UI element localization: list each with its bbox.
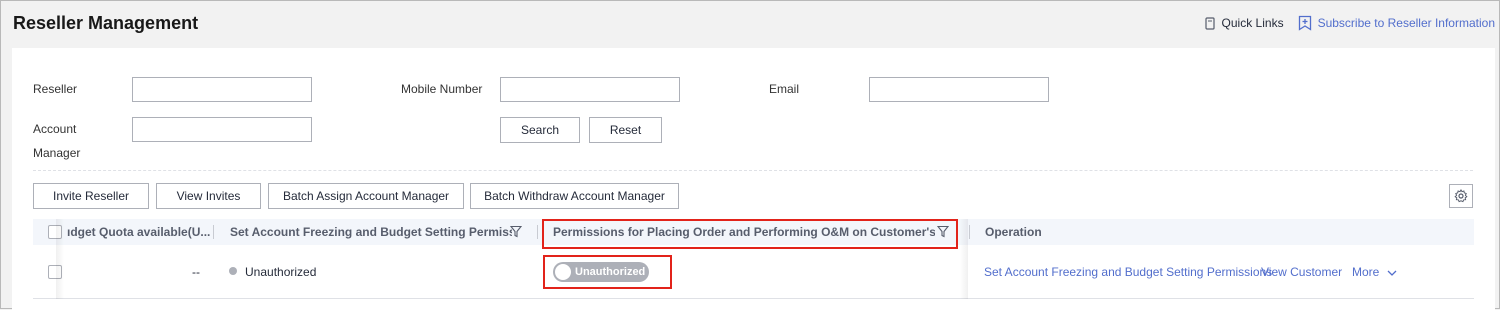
table-settings-button[interactable] [1449,184,1473,208]
toggle-knob [555,264,571,280]
set-permissions-link[interactable]: Set Account Freezing and Budget Setting … [984,265,1272,279]
batch-withdraw-account-manager-button[interactable]: Batch Withdraw Account Manager [470,183,679,209]
view-customer-link[interactable]: View Customer [1261,265,1342,279]
more-dropdown[interactable]: More [1352,265,1397,279]
content-card: Reseller Mobile Number Email Account Man… [12,48,1495,310]
column-header-freeze-permissions: Set Account Freezing and Budget Setting … [230,225,512,239]
freeze-status-text: Unauthorized [245,265,317,279]
filter-divider [33,170,1473,171]
account-manager-label-line1: Account [33,122,77,136]
column-header-operation: Operation [985,225,1042,239]
email-input[interactable] [869,77,1049,102]
order-permission-toggle[interactable]: Unauthorized [553,262,649,282]
quick-links-link[interactable]: Quick Links [1204,16,1284,30]
chevron-down-icon [1387,270,1397,276]
quick-links-label: Quick Links [1221,16,1284,30]
table-row: -- Unauthorized Unauthorized Set Account… [33,245,1474,299]
view-invites-button[interactable]: View Invites [156,183,261,209]
column-separator [537,225,538,239]
mobile-number-label: Mobile Number [401,82,483,96]
batch-assign-account-manager-button[interactable]: Batch Assign Account Manager [268,183,464,209]
toggle-label: Unauthorized [575,266,646,278]
more-label: More [1352,265,1380,279]
subscribe-label: Subscribe to Reseller Information [1317,16,1495,30]
top-links: Quick Links Subscribe to Reseller Inform… [1204,15,1495,31]
account-manager-label-line2: Manager [33,146,81,160]
gear-icon [1454,189,1468,203]
fixed-column-shadow-left [56,219,64,299]
subscribe-link[interactable]: Subscribe to Reseller Information [1298,15,1495,31]
reset-button[interactable]: Reset [589,117,662,143]
mobile-number-input[interactable] [500,77,680,102]
column-separator [969,225,970,239]
bookmark-add-icon [1298,15,1311,31]
email-label: Email [769,82,800,96]
book-icon [1204,16,1215,30]
account-manager-input[interactable] [132,117,312,142]
reseller-label: Reseller [33,82,78,96]
search-button[interactable]: Search [500,117,580,143]
table-header: ıdget Quota available(U... Set Account F… [33,219,1474,245]
reseller-input[interactable] [132,77,312,102]
invite-reseller-button[interactable]: Invite Reseller [33,183,149,209]
fixed-column-shadow-right [960,219,968,299]
column-header-budget-quota: ıdget Quota available(U... [67,225,211,239]
filter-icon[interactable] [937,225,949,238]
budget-quota-value: -- [192,265,200,279]
status-dot [229,267,237,275]
page-title: Reseller Management [13,13,199,33]
column-separator [213,225,214,239]
filter-icon[interactable] [510,225,522,238]
column-header-order-permissions: Permissions for Placing Order and Perfor… [553,225,935,239]
